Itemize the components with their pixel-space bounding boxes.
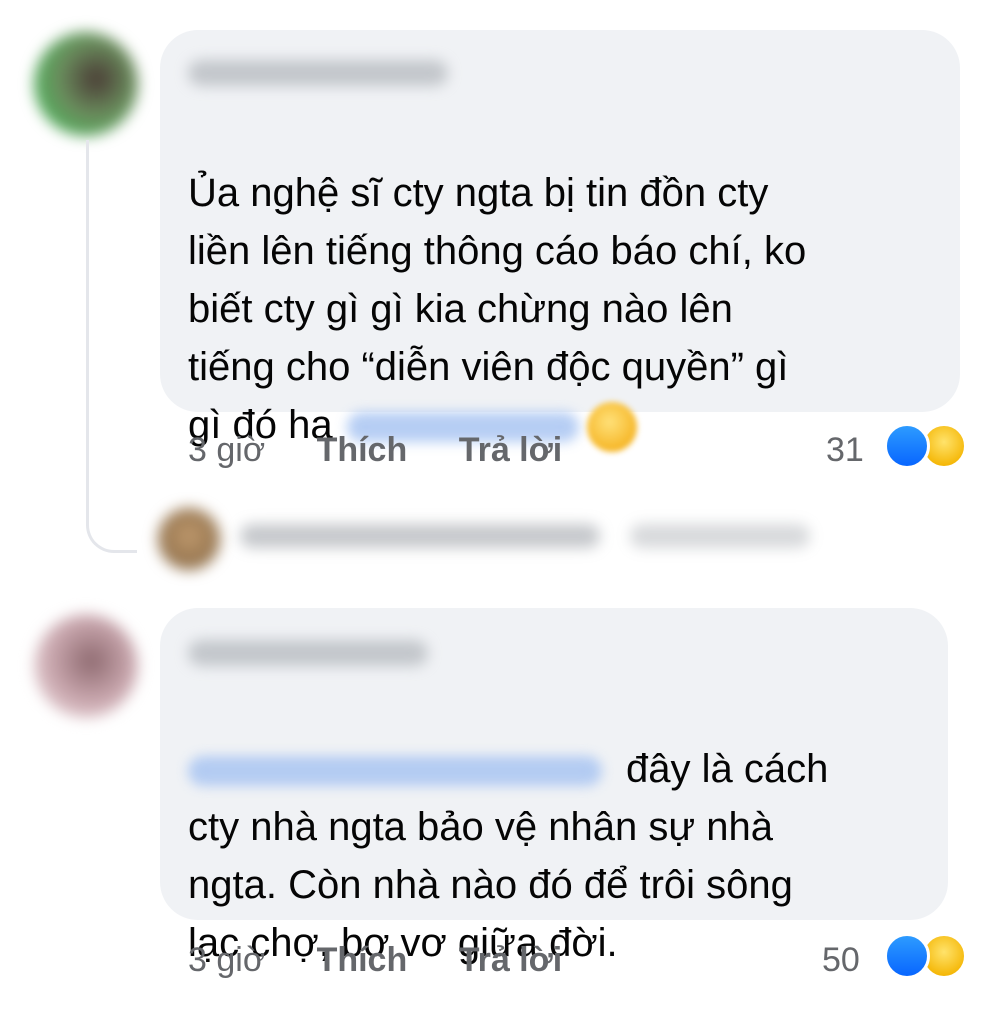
- commenter-avatar[interactable]: [34, 32, 138, 136]
- comment-actions: 3 giờ Thích Trả lời: [188, 940, 788, 980]
- like-reaction-icon[interactable]: [884, 933, 930, 979]
- comment-timestamp[interactable]: 3 giờ: [188, 431, 265, 469]
- reply-avatar[interactable]: [158, 508, 220, 570]
- comment-body-first-line: đây là cách: [626, 747, 829, 791]
- reply-button[interactable]: Trả lời: [459, 431, 563, 469]
- reaction-count[interactable]: 50: [822, 940, 860, 980]
- reply-button[interactable]: Trả lời: [459, 941, 563, 979]
- commenter-name[interactable]: [188, 60, 448, 86]
- reply-count-link[interactable]: [630, 524, 810, 548]
- comment-timestamp[interactable]: 3 giờ: [188, 941, 265, 979]
- reply-thread-line: [86, 140, 137, 553]
- comment-body: Ủa nghệ sĩ cty ngta bị tin đồn cty liền …: [188, 171, 807, 447]
- like-button[interactable]: Thích: [317, 431, 408, 469]
- comment-text: Ủa nghệ sĩ cty ngta bị tin đồn cty liền …: [188, 106, 948, 454]
- reaction-count[interactable]: 31: [826, 430, 864, 470]
- commenter-avatar[interactable]: [34, 614, 138, 718]
- view-replies-link[interactable]: [240, 524, 600, 548]
- comment-actions: 3 giờ Thích Trả lời: [188, 430, 788, 470]
- like-reaction-icon[interactable]: [884, 423, 930, 469]
- comment-bubble: đây là cách cty nhà ngta bảo vệ nhân sự …: [160, 608, 948, 965]
- mention-tag[interactable]: [188, 756, 602, 787]
- commenter-name[interactable]: [188, 640, 428, 666]
- like-button[interactable]: Thích: [317, 941, 408, 979]
- comment-bubble: Ủa nghệ sĩ cty ngta bị tin đồn cty liền …: [160, 30, 960, 453]
